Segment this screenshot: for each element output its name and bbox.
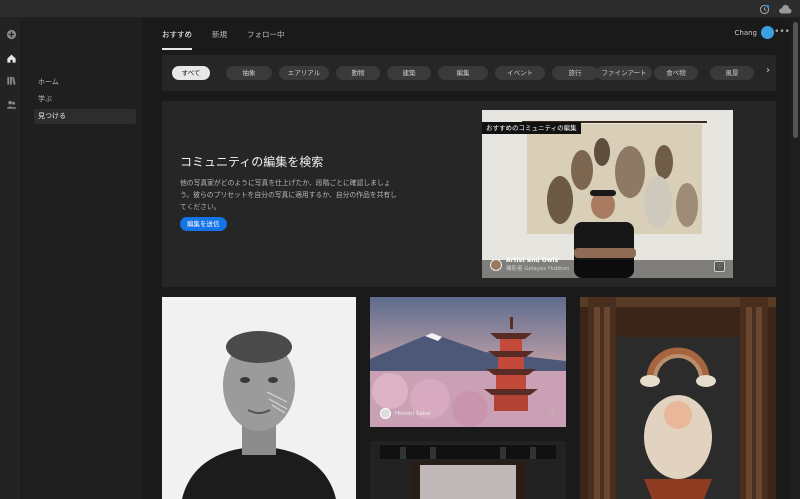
photo-card-interior[interactable] [370, 441, 566, 499]
more-options-icon[interactable]: ••• [774, 27, 790, 37]
main-content: おすすめ 新規 フォロー中 Chang ••• すべて 抽象 エアリアル 動物 … [142, 18, 790, 499]
photo-card-portrait[interactable] [162, 297, 356, 499]
scroll-thumb[interactable] [793, 22, 798, 138]
tab-following[interactable]: フォロー中 [247, 26, 285, 48]
author-avatar[interactable] [380, 408, 391, 419]
featured-edit-card[interactable]: おすすめのコミュニティの編集 Artist and Owls 撮影者 Gelay… [482, 110, 733, 278]
chevron-right-icon[interactable]: › [766, 65, 770, 76]
nav-item-home[interactable]: ホーム [34, 75, 136, 90]
add-icon[interactable] [3, 26, 19, 42]
category-chip-editing[interactable]: 編集 [438, 66, 488, 80]
tab-recommended[interactable]: おすすめ [162, 26, 192, 50]
category-chip-abstract[interactable]: 抽象 [226, 66, 272, 80]
interior-photo [370, 441, 566, 499]
category-chip-travel[interactable]: 旅行 [552, 66, 598, 80]
user-name: Chang [734, 28, 758, 37]
tab-new[interactable]: 新規 [212, 26, 227, 48]
library-icon[interactable] [3, 72, 19, 88]
category-bar: すべて 抽象 エアリアル 動物 建築 編集 イベント 旅行 ファインアート 食べ… [162, 55, 776, 91]
cloud-icon[interactable] [778, 2, 792, 16]
like-icon[interactable]: ♡ [547, 408, 558, 419]
category-chip-fine-art[interactable]: ファインアート [596, 66, 652, 80]
photo-card-pagoda[interactable]: Hiroshi Sakai ♡ [370, 297, 566, 427]
user-account[interactable]: Chang [734, 26, 774, 39]
baby-photo [580, 297, 776, 499]
featured-label: おすすめのコミュニティの編集 [482, 122, 581, 134]
avatar[interactable] [761, 26, 774, 39]
scroll-track[interactable] [791, 18, 800, 499]
nav-item-discover[interactable]: 見つける [34, 109, 136, 124]
hero-description: 他の写真家がどのように写真を仕上げたか、段階ごとに確認しましょう。彼らのプリセッ… [180, 179, 397, 211]
hero-title: コミュニティの編集を検索 [180, 155, 324, 169]
category-chip-events[interactable]: イベント [495, 66, 545, 80]
featured-author: 撮影者 Gelayes Hubbon [506, 266, 570, 272]
people-icon[interactable] [3, 96, 19, 112]
category-chip-all[interactable]: すべて [172, 66, 210, 80]
title-bar [0, 0, 800, 18]
category-chip-food[interactable]: 食べ物 [654, 66, 698, 80]
community-edits-banner: コミュニティの編集を検索 他の写真家がどのように写真を仕上げたか、段階ごとに確認… [162, 101, 776, 287]
card-author-name: Hiroshi Sakai [395, 410, 431, 417]
icon-rail [0, 18, 22, 499]
featured-edit-image [482, 110, 733, 278]
category-chip-aerial[interactable]: エアリアル [279, 66, 329, 80]
like-icon[interactable]: ♡ [714, 261, 725, 272]
home-icon[interactable] [3, 50, 19, 66]
submit-edit-button[interactable]: 編集を送信 [180, 217, 227, 231]
featured-title: Artist and Owls [506, 257, 559, 264]
author-avatar[interactable] [490, 258, 502, 271]
photo-card-baby[interactable] [580, 297, 776, 499]
portrait-photo [162, 297, 356, 499]
featured-author-info: Artist and Owls 撮影者 Gelayes Hubbon [490, 257, 570, 272]
category-chip-architecture[interactable]: 建築 [387, 66, 431, 80]
category-chip-landscape[interactable]: 風景 [710, 66, 754, 80]
category-chip-animals[interactable]: 動物 [336, 66, 380, 80]
nav-item-learn[interactable]: 学ぶ [34, 92, 136, 107]
pagoda-author-info: Hiroshi Sakai [380, 408, 431, 419]
feed-tabs: おすすめ 新規 フォロー中 [162, 26, 305, 50]
side-navigation: ホーム 学ぶ 見つける [22, 18, 142, 499]
history-icon[interactable] [757, 2, 771, 16]
